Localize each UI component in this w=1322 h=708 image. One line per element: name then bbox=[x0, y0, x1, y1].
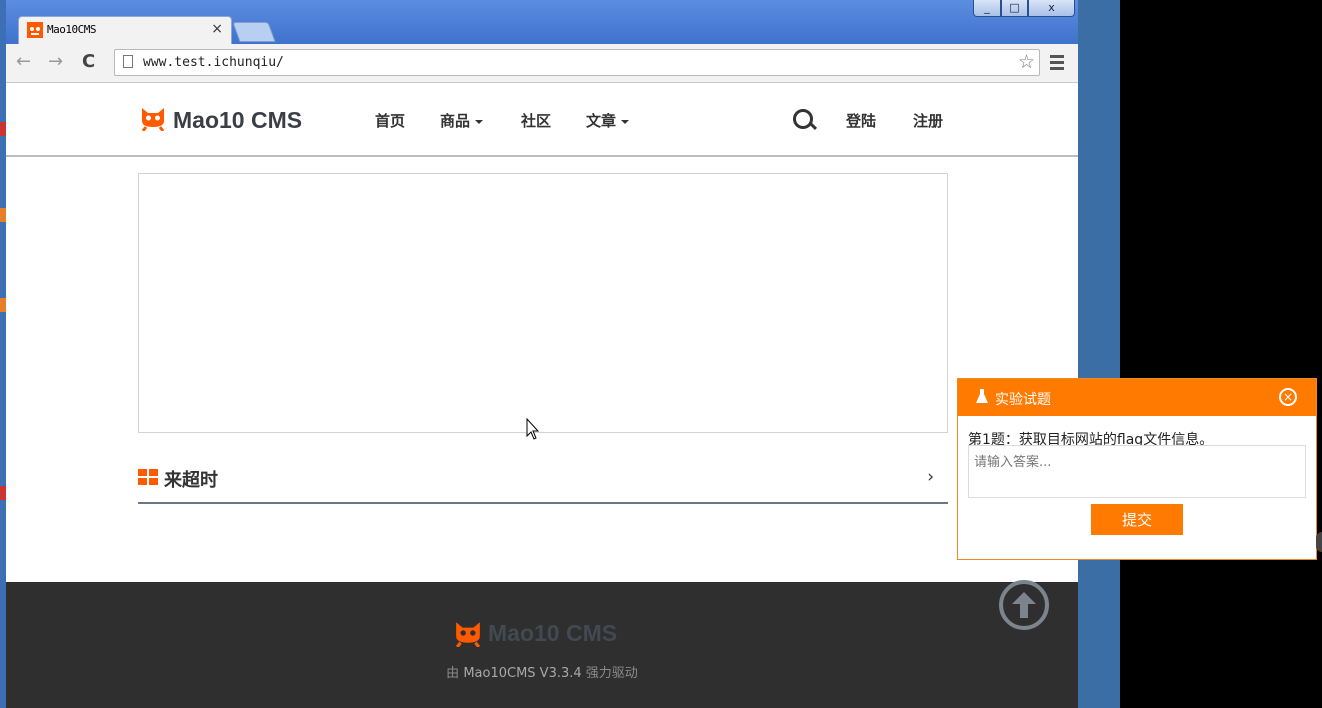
address-bar[interactable]: www.test.ichunqiu/ ☆ bbox=[114, 49, 1040, 76]
section-header: 来超时 › bbox=[138, 458, 948, 504]
browser-tab[interactable]: Mao10CMS × bbox=[18, 16, 232, 44]
star-icon[interactable]: ☆ bbox=[1018, 51, 1035, 73]
arrow-up-circle-icon[interactable] bbox=[999, 580, 1049, 630]
forward-arrow-icon[interactable]: → bbox=[48, 51, 63, 72]
section-title: 来超时 bbox=[164, 470, 218, 491]
close-window-button[interactable]: x bbox=[1028, 0, 1075, 17]
chevron-right-icon[interactable]: › bbox=[927, 467, 934, 487]
footer-powered-by: 由 Mao10CMS V3.3.4 强力驱动 bbox=[6, 662, 1078, 681]
cat-logo-icon[interactable] bbox=[140, 105, 166, 131]
chevron-down-icon bbox=[475, 119, 484, 124]
tab-strip: Mao10CMS × _ □ x bbox=[6, 0, 1078, 44]
nav-community[interactable]: 社区 bbox=[521, 110, 551, 131]
powered-suffix: 强力驱动 bbox=[585, 666, 638, 681]
footer-logo-text: Mao10 CMS bbox=[488, 620, 618, 646]
answer-input[interactable] bbox=[968, 445, 1306, 498]
desktop-black-area bbox=[1120, 0, 1322, 708]
page-icon bbox=[123, 55, 133, 68]
new-tab-button[interactable] bbox=[232, 22, 276, 42]
cat-logo-icon bbox=[27, 22, 43, 38]
search-icon[interactable] bbox=[793, 109, 813, 129]
menu-icon[interactable] bbox=[1050, 55, 1064, 73]
minimize-button[interactable]: _ bbox=[973, 0, 1001, 17]
nav-articles[interactable]: 文章 bbox=[586, 110, 630, 131]
site-header: Mao10 CMS 首页 商品 社区 文章 登陆 注册 bbox=[6, 83, 1078, 157]
close-circle-icon[interactable]: × bbox=[1279, 388, 1297, 406]
partial-floating-icon bbox=[1316, 532, 1322, 552]
nav-products[interactable]: 商品 bbox=[440, 110, 484, 131]
banner-area bbox=[138, 173, 948, 433]
powered-prefix: 由 bbox=[446, 666, 460, 681]
browser-toolbar: ← → C www.test.ichunqiu/ ☆ bbox=[6, 44, 1078, 83]
flask-icon bbox=[976, 389, 988, 403]
login-link[interactable]: 登陆 bbox=[846, 110, 876, 131]
lab-question-panel: 实验试题 × 第1题：获取目标网站的flag文件信息。 提交 bbox=[957, 378, 1317, 560]
lab-panel-header: 实验试题 × bbox=[958, 379, 1316, 416]
grid-icon bbox=[138, 469, 158, 485]
maximize-button[interactable]: □ bbox=[1001, 0, 1028, 17]
tab-title: Mao10CMS bbox=[47, 23, 96, 36]
desktop-background bbox=[1078, 0, 1120, 708]
register-link[interactable]: 注册 bbox=[913, 110, 943, 131]
nav-articles-label: 文章 bbox=[586, 112, 617, 130]
window-controls: _ □ x bbox=[973, 0, 1075, 18]
cat-logo-icon bbox=[455, 622, 481, 647]
chevron-down-icon bbox=[621, 119, 630, 124]
powered-product-link[interactable]: Mao10CMS V3.3.4 bbox=[463, 666, 581, 681]
site-logo-text[interactable]: Mao10 CMS bbox=[173, 107, 302, 134]
submit-button[interactable]: 提交 bbox=[1091, 504, 1183, 535]
nav-products-label: 商品 bbox=[440, 112, 471, 130]
mouse-cursor-icon bbox=[526, 418, 540, 440]
reload-icon[interactable]: C bbox=[82, 51, 95, 72]
nav-home[interactable]: 首页 bbox=[375, 110, 405, 131]
address-url[interactable]: www.test.ichunqiu/ bbox=[143, 55, 284, 70]
back-arrow-icon[interactable]: ← bbox=[16, 51, 31, 72]
browser-window: Mao10CMS × _ □ x ← → C www.test.ichunqiu… bbox=[6, 0, 1078, 708]
lab-panel-title: 实验试题 bbox=[995, 392, 1051, 408]
tab-close-icon[interactable]: × bbox=[211, 21, 223, 37]
site-footer: Mao10 CMS 由 Mao10CMS V3.3.4 强力驱动 bbox=[6, 582, 1078, 708]
